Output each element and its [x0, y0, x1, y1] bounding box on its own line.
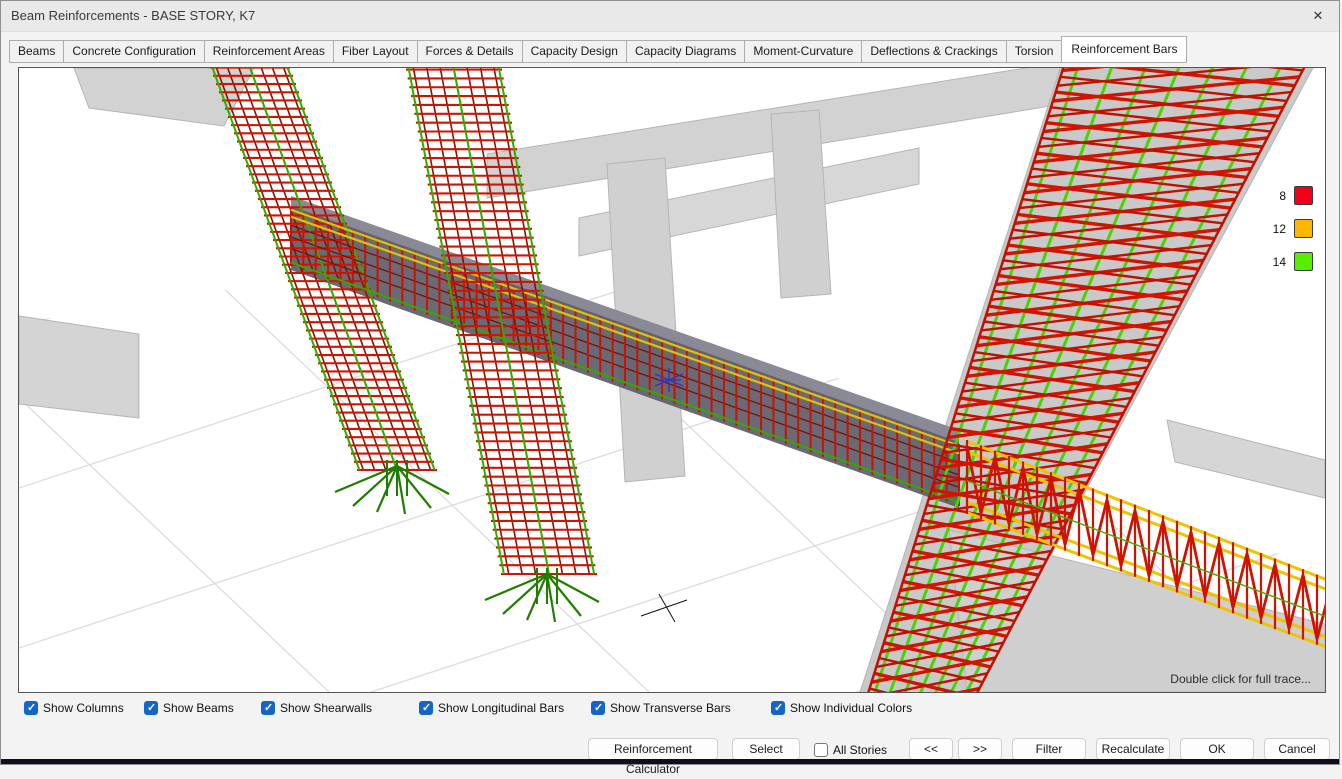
- legend-swatch-green: [1294, 252, 1313, 271]
- filter-button[interactable]: Filter: [1012, 738, 1086, 760]
- tab-deflections-crackings[interactable]: Deflections & Crackings: [861, 40, 1005, 63]
- checkbox-label: All Stories: [833, 743, 887, 757]
- recalculate-button[interactable]: Recalculate: [1096, 738, 1170, 760]
- display-options-bar: Show Columns Show Beams Show Shearwalls …: [1, 699, 1339, 719]
- checkbox-show-columns[interactable]: Show Columns: [24, 699, 124, 717]
- cancel-button[interactable]: Cancel: [1264, 738, 1330, 760]
- checkbox-label: Show Shearwalls: [280, 701, 372, 715]
- viewport-hint-text: Double click for full trace...: [1170, 672, 1311, 686]
- viewport-3d-scene[interactable]: [19, 68, 1325, 692]
- title-bar[interactable]: Beam Reinforcements - BASE STORY, K7 ✕: [1, 1, 1339, 32]
- checkbox-show-longitudinal-bars[interactable]: Show Longitudinal Bars: [419, 699, 564, 717]
- checkbox-label: Show Transverse Bars: [610, 701, 731, 715]
- tab-capacity-diagrams[interactable]: Capacity Diagrams: [626, 40, 744, 63]
- legend-row: 14: [1273, 252, 1313, 271]
- previous-button[interactable]: <<: [909, 738, 953, 760]
- checkbox-show-shearwalls[interactable]: Show Shearwalls: [261, 699, 372, 717]
- checkbox-icon[interactable]: [24, 701, 38, 715]
- checkbox-show-transverse-bars[interactable]: Show Transverse Bars: [591, 699, 731, 717]
- tab-moment-curvature[interactable]: Moment-Curvature: [744, 40, 861, 63]
- tab-reinforcement-areas[interactable]: Reinforcement Areas: [204, 40, 333, 63]
- legend-label: 12: [1273, 222, 1286, 236]
- tab-beams[interactable]: Beams: [9, 40, 63, 63]
- checkbox-show-individual-colors[interactable]: Show Individual Colors: [771, 699, 912, 717]
- all-stories-checkbox[interactable]: All Stories: [814, 741, 887, 759]
- checkbox-icon[interactable]: [591, 701, 605, 715]
- checkbox-show-beams[interactable]: Show Beams: [144, 699, 234, 717]
- close-icon[interactable]: ✕: [1297, 1, 1339, 31]
- next-button[interactable]: >>: [958, 738, 1002, 760]
- checkbox-label: Show Columns: [43, 701, 124, 715]
- tab-capacity-design[interactable]: Capacity Design: [522, 40, 626, 63]
- dialog-window: Beam Reinforcements - BASE STORY, K7 ✕ B…: [0, 0, 1340, 765]
- wall-left: [19, 316, 139, 418]
- checkbox-icon[interactable]: [419, 701, 433, 715]
- legend-swatch-yellow: [1294, 219, 1313, 238]
- tab-fiber-layout[interactable]: Fiber Layout: [333, 40, 417, 63]
- checkbox-label: Show Individual Colors: [790, 701, 912, 715]
- tab-torsion[interactable]: Torsion: [1006, 40, 1062, 63]
- ok-button[interactable]: OK: [1180, 738, 1254, 760]
- checkbox-label: Show Longitudinal Bars: [438, 701, 564, 715]
- legend-label: 8: [1279, 189, 1286, 203]
- reinforcement-calculator-button[interactable]: Reinforcement Calculator: [588, 738, 718, 760]
- select-button[interactable]: Select: [732, 738, 800, 760]
- legend-swatch-red: [1294, 186, 1313, 205]
- tab-forces-details[interactable]: Forces & Details: [417, 40, 522, 63]
- checkbox-icon[interactable]: [144, 701, 158, 715]
- checkbox-icon[interactable]: [261, 701, 275, 715]
- tab-strip: Beams Concrete Configuration Reinforceme…: [9, 37, 1331, 63]
- legend-row: 8: [1273, 186, 1313, 205]
- screen-edge-strip: [1, 759, 1339, 764]
- checkbox-label: Show Beams: [163, 701, 234, 715]
- legend-row: 12: [1273, 219, 1313, 238]
- checkbox-icon[interactable]: [814, 743, 828, 757]
- checkbox-icon[interactable]: [771, 701, 785, 715]
- viewport-3d[interactable]: 8 12 14 Double click for full trace...: [18, 67, 1326, 693]
- window-title: Beam Reinforcements - BASE STORY, K7: [11, 1, 255, 31]
- legend-label: 14: [1273, 255, 1286, 269]
- tab-reinforcement-bars[interactable]: Reinforcement Bars: [1061, 36, 1187, 63]
- tab-concrete-configuration[interactable]: Concrete Configuration: [63, 40, 203, 63]
- bar-size-legend: 8 12 14: [1273, 186, 1313, 285]
